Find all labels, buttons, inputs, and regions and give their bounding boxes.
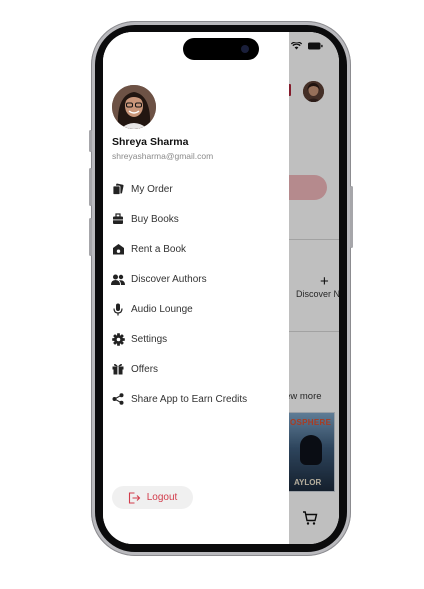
power-button <box>350 186 353 248</box>
menu-item-label: My Order <box>131 183 173 195</box>
menu-item-my-order[interactable]: My Order <box>111 180 281 198</box>
menu-item-label: Offers <box>131 363 159 375</box>
menu-item-label: Discover Authors <box>131 273 207 285</box>
logout-button[interactable]: Logout <box>112 486 193 509</box>
menu-item-label: Audio Lounge <box>131 303 193 315</box>
phone-screen: + Discover N iew more OSPHERE AYLOR Shre… <box>103 32 339 544</box>
battery-icon <box>308 42 323 50</box>
menu-item-label: Rent a Book <box>131 243 187 255</box>
microphone-icon <box>111 302 125 316</box>
gift-icon <box>111 362 125 376</box>
orders-icon <box>111 182 125 196</box>
menu-item-rent-a-book[interactable]: Rent a Book <box>111 240 281 258</box>
menu-item-settings[interactable]: Settings <box>111 330 281 348</box>
wifi-icon <box>291 42 302 50</box>
menu-item-offers[interactable]: Offers <box>111 360 281 378</box>
status-bar <box>291 42 323 50</box>
menu-item-discover-authors[interactable]: Discover Authors <box>111 270 281 288</box>
logout-label: Logout <box>146 492 178 503</box>
volume-up-button <box>89 168 92 206</box>
logout-icon <box>128 491 140 504</box>
user-name: Shreya Sharma <box>112 136 189 148</box>
gear-icon <box>111 332 125 346</box>
share-icon <box>111 392 125 406</box>
menu-item-share-app[interactable]: Share App to Earn Credits <box>111 390 281 408</box>
mute-switch <box>89 130 92 152</box>
dynamic-island <box>183 38 259 60</box>
user-email: shreyasharma@gmail.com <box>112 151 214 161</box>
menu-item-audio-lounge[interactable]: Audio Lounge <box>111 300 281 318</box>
menu-item-label: Settings <box>131 333 168 345</box>
navigation-drawer: Shreya Sharma shreyasharma@gmail.com My … <box>103 32 289 544</box>
menu-item-label: Share App to Earn Credits <box>131 393 248 405</box>
menu-item-label: Buy Books <box>131 213 179 225</box>
rent-cash-icon <box>111 242 125 256</box>
menu-item-buy-books[interactable]: Buy Books <box>111 210 281 228</box>
user-avatar[interactable] <box>112 85 156 129</box>
briefcase-icon <box>111 212 125 226</box>
volume-down-button <box>89 218 92 256</box>
people-icon <box>111 272 125 286</box>
